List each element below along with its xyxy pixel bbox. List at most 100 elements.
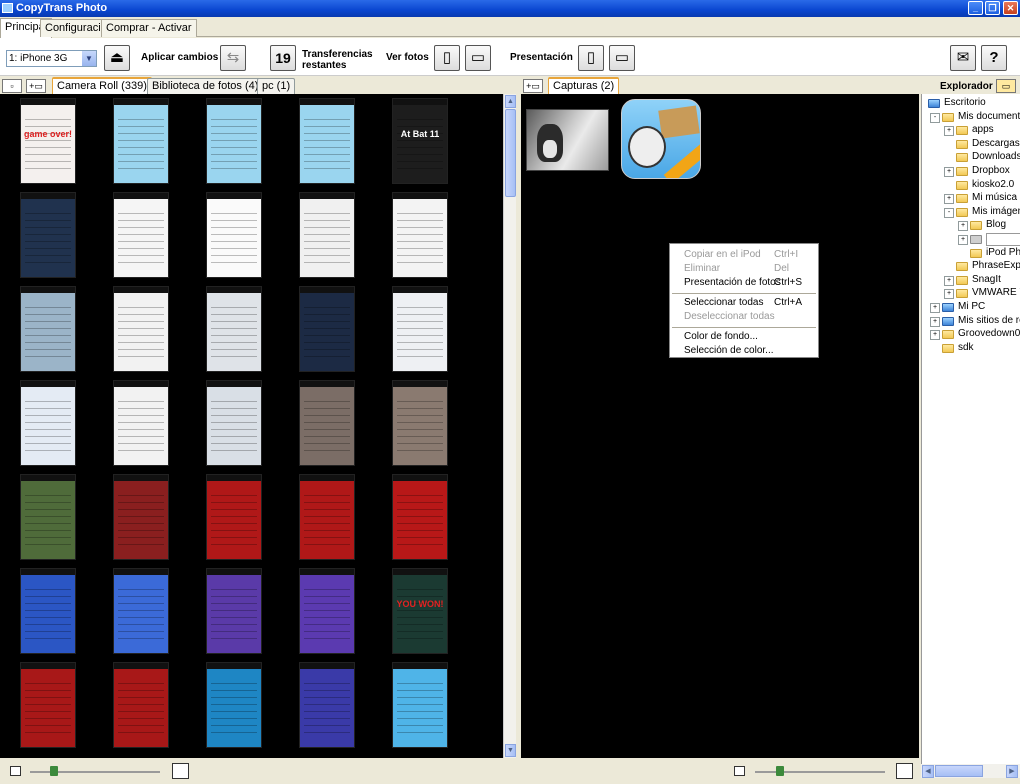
photo-thumbnail[interactable] bbox=[299, 568, 355, 654]
explorer-folder-button[interactable]: ▭ bbox=[996, 79, 1016, 93]
minimize-button[interactable]: _ bbox=[968, 1, 983, 15]
slideshow-pc-button[interactable]: ▭ bbox=[609, 45, 635, 71]
thumbnail-size-slider-right[interactable] bbox=[755, 771, 885, 773]
photo-thumbnail[interactable] bbox=[20, 474, 76, 560]
photo-thumbnail[interactable] bbox=[20, 286, 76, 372]
capturas-pane[interactable] bbox=[521, 94, 919, 758]
photo-thumbnail[interactable] bbox=[392, 286, 448, 372]
device-select[interactable]: 1: iPhone 3G ▼ bbox=[6, 50, 97, 67]
scroll-thumb[interactable] bbox=[505, 109, 516, 197]
photo-thumbnail[interactable] bbox=[299, 474, 355, 560]
tree-collapse-toggle[interactable]: - bbox=[930, 112, 940, 123]
tree-node-label[interactable]: iPod Photo bbox=[986, 247, 1020, 258]
thumbnail-size-slider-knob[interactable] bbox=[50, 766, 58, 776]
apply-changes-label[interactable]: Aplicar cambios bbox=[141, 52, 218, 63]
tree-expand-toggle[interactable]: + bbox=[944, 167, 954, 177]
photo-thumbnail[interactable] bbox=[113, 474, 169, 560]
tree-expand-toggle[interactable]: + bbox=[958, 221, 968, 232]
tree-node-label[interactable]: Mi música bbox=[972, 192, 1017, 203]
photo-thumbnail[interactable]: game over! bbox=[20, 98, 76, 184]
explorer-horizontal-scrollbar[interactable]: ◀ ▶ bbox=[921, 764, 1020, 778]
photo-thumbnail[interactable] bbox=[392, 474, 448, 560]
email-button[interactable]: ✉ bbox=[950, 45, 976, 71]
photo-thumbnail[interactable] bbox=[113, 286, 169, 372]
tree-expand-toggle[interactable]: + bbox=[944, 289, 954, 300]
thumbnail-size-slider-knob-right[interactable] bbox=[776, 766, 784, 776]
photo-thumbnail[interactable] bbox=[113, 192, 169, 278]
large-size-icon-right[interactable] bbox=[896, 763, 913, 779]
photo-thumbnail[interactable] bbox=[206, 662, 262, 748]
camera-roll-grid[interactable]: game over! At Bat 11 YOU WON! bbox=[0, 94, 503, 758]
photo-thumbnail[interactable] bbox=[206, 192, 262, 278]
tree-expand-toggle[interactable]: + bbox=[944, 275, 954, 286]
photo-thumbnail[interactable] bbox=[392, 662, 448, 748]
scroll-up-arrow[interactable]: ▲ bbox=[505, 95, 516, 108]
tree-node-label[interactable] bbox=[986, 233, 1020, 246]
tree-node-label[interactable]: apps bbox=[972, 124, 994, 135]
photo-thumbnail[interactable] bbox=[392, 192, 448, 278]
photo-thumbnail[interactable] bbox=[299, 192, 355, 278]
photo-thumbnail[interactable] bbox=[299, 662, 355, 748]
photo-thumbnail[interactable] bbox=[206, 568, 262, 654]
context-menu-item[interactable]: Selección de color... bbox=[684, 345, 774, 356]
large-size-icon[interactable] bbox=[172, 763, 189, 779]
tree-node-label[interactable]: Descargas bbox=[972, 138, 1020, 149]
photo-thumbnail[interactable] bbox=[20, 662, 76, 748]
tree-node-label[interactable]: SnagIt bbox=[972, 274, 1001, 285]
tree-node-label[interactable]: Groovedown0.6 bbox=[958, 328, 1020, 339]
tree-node-label[interactable]: Escritorio bbox=[944, 97, 986, 108]
scroll-left-arrow[interactable]: ◀ bbox=[922, 765, 934, 778]
new-album-right-button[interactable]: +▭ bbox=[523, 79, 543, 93]
small-size-icon-right[interactable] bbox=[734, 766, 745, 776]
tree-expand-toggle[interactable]: + bbox=[930, 330, 940, 341]
explorer-tree[interactable]: Escritorio-Mis documentos+appsDescargasD… bbox=[921, 94, 1020, 764]
maximize-button[interactable]: ❐ bbox=[985, 1, 1000, 15]
tree-node-label[interactable]: Dropbox bbox=[972, 165, 1010, 176]
photo-thumbnail[interactable] bbox=[20, 192, 76, 278]
scroll-down-arrow[interactable]: ▼ bbox=[505, 744, 516, 757]
chevron-down-icon[interactable]: ▼ bbox=[82, 51, 96, 66]
view-on-pc-button[interactable]: ▭ bbox=[465, 45, 491, 71]
tree-expand-toggle[interactable]: + bbox=[930, 316, 940, 327]
photo-thumbnail-cat[interactable] bbox=[526, 109, 609, 171]
collapse-pane-button[interactable]: ▫ bbox=[2, 79, 22, 93]
tree-node-label[interactable]: Downloads bbox=[972, 151, 1020, 162]
photo-thumbnail[interactable] bbox=[113, 380, 169, 466]
tree-expand-toggle[interactable]: + bbox=[958, 235, 968, 245]
apply-changes-button[interactable]: ⇆ bbox=[220, 45, 246, 71]
photo-thumbnail[interactable] bbox=[113, 568, 169, 654]
slideshow-ipod-button[interactable]: ▯ bbox=[578, 45, 604, 71]
new-album-button[interactable]: +▭ bbox=[26, 79, 46, 93]
photo-thumbnail[interactable] bbox=[299, 380, 355, 466]
help-button[interactable]: ? bbox=[981, 45, 1007, 71]
view-on-ipod-button[interactable]: ▯ bbox=[434, 45, 460, 71]
photo-thumbnail[interactable] bbox=[206, 98, 262, 184]
photo-thumbnail[interactable] bbox=[206, 474, 262, 560]
tree-node-label[interactable]: Blog bbox=[986, 219, 1006, 230]
photo-thumbnail[interactable] bbox=[299, 98, 355, 184]
scroll-right-arrow[interactable]: ▶ bbox=[1006, 765, 1018, 778]
tab-comprar-activar[interactable]: Comprar - Activar bbox=[101, 19, 197, 37]
tree-node-label[interactable]: Mis sitios de red bbox=[958, 315, 1020, 326]
explorer-scroll-thumb[interactable] bbox=[935, 765, 983, 777]
camera-roll-scrollbar[interactable]: ▲ ▼ bbox=[503, 94, 516, 758]
tree-expand-toggle[interactable]: + bbox=[944, 126, 954, 137]
context-menu-item[interactable]: Seleccionar todas bbox=[684, 297, 764, 308]
photo-thumbnail[interactable] bbox=[299, 286, 355, 372]
photo-thumbnail[interactable] bbox=[20, 380, 76, 466]
photo-thumbnail[interactable] bbox=[113, 98, 169, 184]
tree-collapse-toggle[interactable]: - bbox=[944, 207, 954, 218]
photo-thumbnail[interactable] bbox=[206, 380, 262, 466]
photo-thumbnail[interactable] bbox=[392, 380, 448, 466]
tree-node-label[interactable]: Mis imágenes bbox=[972, 206, 1020, 217]
tree-expand-toggle[interactable]: + bbox=[944, 194, 954, 205]
tree-node-label[interactable]: PhraseExpress bbox=[972, 260, 1020, 271]
photo-thumbnail[interactable] bbox=[20, 568, 76, 654]
photo-thumbnail[interactable]: At Bat 11 bbox=[392, 98, 448, 184]
small-size-icon[interactable] bbox=[10, 766, 21, 776]
eject-button[interactable]: ⏏ bbox=[104, 45, 130, 71]
photo-thumbnail[interactable] bbox=[113, 662, 169, 748]
tree-node-label[interactable]: sdk bbox=[958, 342, 974, 353]
photo-thumbnail[interactable]: YOU WON! bbox=[392, 568, 448, 654]
tree-expand-toggle[interactable]: + bbox=[930, 303, 940, 313]
